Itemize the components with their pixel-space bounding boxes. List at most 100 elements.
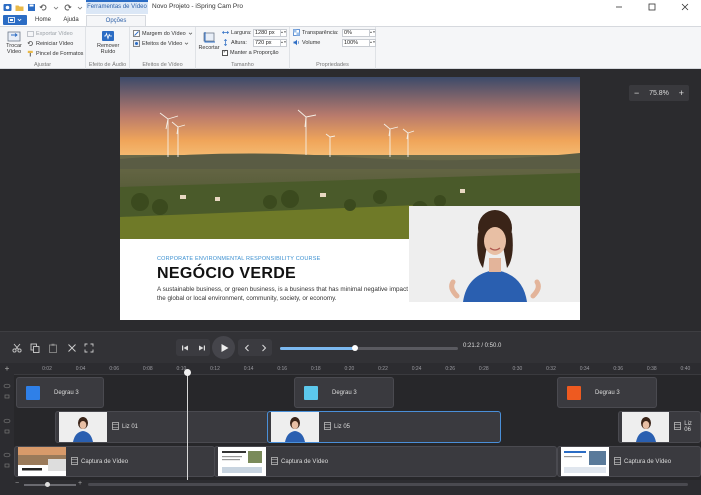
time-tick-label: 0:14 [243,366,254,372]
transparency-field: Transparência: ▲▼ [293,28,376,37]
tab-help[interactable]: Ajuda [58,15,84,26]
clip-thumbnail [18,447,66,476]
timeline-zoom-handle[interactable] [45,482,50,487]
save-icon[interactable] [27,3,36,12]
undo-icon[interactable] [39,3,48,12]
tab-options[interactable]: Opções [86,15,146,26]
transparency-spinner-arrows[interactable]: ▲▼ [369,28,375,37]
reset-video-button[interactable]: Reiniciar Vídeo [27,39,73,48]
group-video-effects-label: Efeitos de Vídeo [142,62,183,68]
zoom-out-button[interactable]: − [634,88,639,98]
width-spinner[interactable]: ▲▼ [253,28,287,37]
timeline-clip[interactable]: Degrau 3 [16,377,104,408]
height-icon [223,39,228,46]
next-frame-button[interactable] [255,344,272,352]
chevron-down-icon [185,42,189,45]
previous-frame-button[interactable] [238,344,255,352]
play-button[interactable] [212,336,235,359]
clip-thumbnail [271,412,319,442]
volume-spinner[interactable]: ▲▼ [342,38,376,47]
context-tab-title: Ferramentas de Vídeo [86,0,148,14]
group-video-effects: Margem do Vídeo Efeitos de Vídeo Efeitos… [130,27,196,69]
copy-button[interactable] [28,341,41,354]
timeline-clip[interactable]: Liz 06 [618,411,701,443]
playhead-line[interactable] [187,370,188,482]
cut-button[interactable] [10,341,23,354]
volume-input[interactable] [343,39,369,46]
frame-step-controls [238,339,272,356]
close-button[interactable] [668,0,701,14]
paste-icon [48,343,57,353]
progress-handle[interactable] [352,345,359,351]
group-size-label: Tamanho [231,62,254,68]
slide-preview[interactable]: CORPORATE ENVIRONMENTAL RESPONSIBILITY C… [120,77,580,320]
video-effects-label: Efeitos de Vídeo [142,40,183,47]
video-effects-dropdown[interactable]: Efeitos de Vídeo [133,39,189,48]
group-size: Recortar Largura: ▲▼ Altura: ▲▼ ✓ Manter… [196,27,290,69]
time-tick-label: 0:12 [210,366,220,372]
zoom-in-button[interactable]: + [679,88,684,98]
chevron-down-icon[interactable] [51,3,60,12]
clip-label: Degrau 3 [595,389,620,396]
timeline-clip[interactable]: Captura de Vídeo [557,446,701,477]
width-spinner-arrows[interactable]: ▲▼ [280,28,286,37]
height-spinner-arrows[interactable]: ▲▼ [280,38,286,47]
width-label: Largura: [231,29,252,36]
timeline-clip[interactable]: Degrau 3 [294,377,394,408]
playback-progress-bar[interactable] [280,345,458,351]
file-menu-button[interactable] [3,15,27,25]
crop-button[interactable]: Recortar [198,31,220,51]
keep-aspect-label: Manter a Proporção [230,49,279,56]
step-color-swatch [26,385,40,400]
tab-home[interactable]: Home [30,15,56,26]
keep-aspect-checkbox[interactable]: ✓ Manter a Proporção [222,48,279,57]
skip-forward-button[interactable] [193,344,210,352]
fit-button[interactable] [82,341,95,354]
presenter-thumbnail [271,412,319,442]
file-menu-icon [8,17,15,23]
timeline-clip[interactable]: Liz 01 [55,411,269,443]
timeline-zoom-slider[interactable] [24,482,76,487]
presenter-video[interactable] [409,206,580,302]
volume-spinner-arrows[interactable]: ▲▼ [369,38,375,47]
height-input[interactable] [254,39,280,46]
video-margin-dropdown[interactable]: Margem do Vídeo [133,29,193,38]
slide-title: NEGÓCIO VERDE [157,265,297,282]
open-folder-icon[interactable] [15,3,24,12]
playhead-handle[interactable] [184,369,191,376]
time-ruler[interactable]: 0:02 0:04 0:06 0:08 0:10 0:12 0:14 0:16 0:18 0:20… [14,363,701,375]
slide-text-block: CORPORATE ENVIRONMENTAL RESPONSIBILITY C… [157,256,417,303]
time-tick-label: 0:32 [546,366,556,372]
timeline-clip[interactable]: Degrau 3 [557,377,657,408]
height-spinner[interactable]: ▲▼ [253,38,287,47]
zoom-out-timeline-button[interactable]: − [15,480,19,487]
timeline-horizontal-scrollbar[interactable] [88,483,688,486]
maximize-button[interactable] [635,0,668,14]
timeline-clip-selected[interactable]: Liz 05 [267,411,501,443]
width-input[interactable] [254,29,280,36]
film-icon [614,456,621,467]
export-video-button[interactable]: Exportar Vídeo [27,29,73,38]
export-icon [27,31,34,37]
skip-back-button[interactable] [176,344,193,352]
minimize-button[interactable] [602,0,635,14]
transparency-spinner[interactable]: ▲▼ [342,28,376,37]
presenter-image [409,206,580,302]
reset-video-label: Reiniciar Vídeo [36,40,74,47]
timeline: 0:02 0:04 0:06 0:08 0:10 0:12 0:14 0:16 0:18 0:20… [0,363,701,495]
remove-noise-button[interactable]: Remover Ruído [92,29,124,55]
keep-aspect-check[interactable]: ✓ [222,49,228,56]
timeline-clip[interactable]: Captura de Vídeo [214,446,557,477]
zoom-in-timeline-button[interactable]: + [78,480,82,487]
transparency-input[interactable] [343,29,369,36]
delete-button[interactable] [65,341,78,354]
redo-icon[interactable] [63,3,72,12]
time-tick-label: 0:40 [680,366,691,372]
chevron-down-icon[interactable] [75,3,84,12]
effects-icon [133,40,140,47]
timeline-clip[interactable]: Captura de Vídeo [14,446,215,477]
chevron-down-icon [17,18,22,22]
paste-button[interactable] [46,341,59,354]
format-painter-button[interactable]: Pincel de Formatos [27,49,83,58]
replace-video-button[interactable]: Trocar Vídeo [3,29,25,55]
